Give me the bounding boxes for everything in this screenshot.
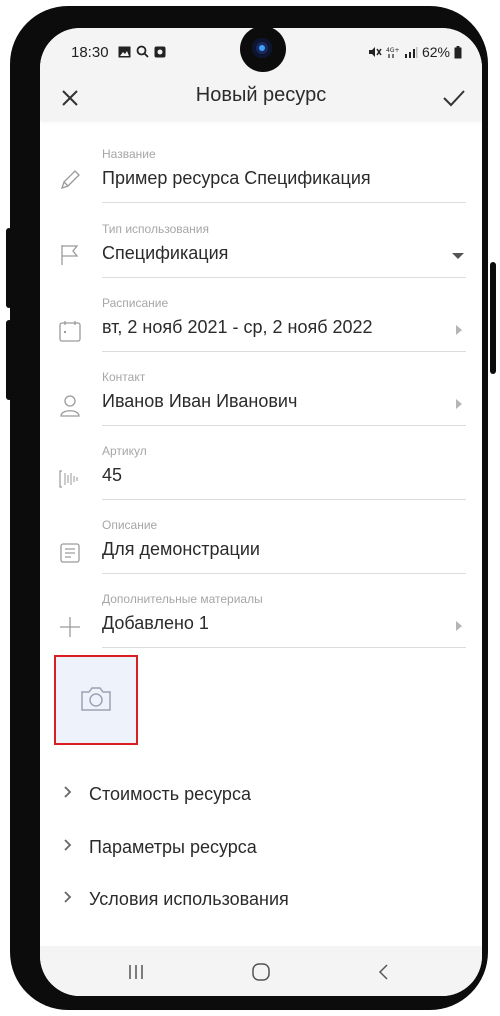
contact-field[interactable]: Контакт Иванов Иван Иванович [40,357,482,427]
field-label: Дополнительные материалы [102,592,263,606]
field-label: Название [102,147,156,161]
barcode-icon [59,470,78,488]
divider [102,499,466,500]
description-field[interactable]: Описание Для демонстрации [40,505,482,575]
screen: 18:30 4G+ 62% Новый ресурс Название Прим… [40,28,482,996]
divider [102,425,466,426]
divider [102,647,466,648]
dropdown-icon[interactable] [452,253,464,260]
gallery-icon [118,46,131,57]
person-icon [60,395,80,417]
calendar-icon [59,321,81,342]
home-button[interactable] [249,960,273,984]
chevron-right-icon [64,839,72,851]
phone-frame: 18:30 4G+ 62% Новый ресурс Название Прим… [10,6,488,1010]
network-4g-icon: 4G+ [386,47,400,58]
plus-icon [60,617,80,637]
back-button[interactable] [372,960,396,984]
field-label: Тип использования [102,222,209,236]
system-nav-bar [40,946,482,996]
app-bar: Новый ресурс [40,76,482,120]
document-icon [60,543,80,563]
chevron-right-icon [64,891,72,903]
section-usage-conditions[interactable]: Условия использования [40,879,482,919]
field-value: Иванов Иван Иванович [102,391,298,411]
power-button [6,320,12,400]
status-time: 18:30 [71,44,109,61]
svg-text:4G+: 4G+ [386,47,400,54]
app-notification-icon [154,46,166,57]
field-value: вт, 2 нояб 2021 - ср, 2 нояб 2022 [102,317,373,337]
page-title: Новый ресурс [195,84,327,106]
schedule-field[interactable]: Расписание вт, 2 нояб 2021 - ср, 2 нояб … [40,283,482,353]
confirm-button[interactable] [440,84,468,112]
divider [102,202,466,203]
section-label: Стоимость ресурса [89,784,251,804]
flag-icon [61,245,79,265]
materials-field[interactable]: Дополнительные материалы Добавлено 1 [40,579,482,649]
chevron-right-icon [456,325,462,335]
field-value: Добавлено 1 [102,613,209,633]
status-bar: 18:30 4G+ 62% [40,28,482,76]
pencil-icon [60,170,80,190]
recent-apps-button[interactable] [124,960,148,984]
battery-percent: 62% [421,44,450,60]
side-button [490,262,496,374]
chevron-right-icon [456,621,462,631]
field-value: Для демонстрации [102,539,260,559]
add-photo-button[interactable] [54,655,138,745]
section-label: Параметры ресурса [89,837,257,857]
search-icon [136,45,149,58]
field-value: 45 [102,465,123,485]
front-camera [240,28,286,72]
camera-icon [81,687,111,711]
field-label: Контакт [102,370,146,384]
field-label: Расписание [102,296,169,310]
name-field[interactable]: Название Пример ресурса Спецификация [40,134,482,204]
mute-icon [368,47,382,57]
section-cost[interactable]: Стоимость ресурса [40,774,482,814]
signal-icon [404,47,418,58]
field-value: Пример ресурса Спецификация [102,168,371,188]
section-label: Условия использования [89,889,289,909]
divider [102,351,466,352]
chevron-right-icon [64,786,72,798]
chevron-right-icon [456,399,462,409]
divider [102,277,466,278]
battery-icon [454,45,462,58]
volume-button [6,228,12,308]
field-label: Артикул [102,444,147,458]
divider [102,573,466,574]
article-field[interactable]: Артикул 45 [40,431,482,501]
section-parameters[interactable]: Параметры ресурса [40,827,482,867]
field-value: Спецификация [102,243,229,263]
field-label: Описание [102,518,158,532]
usage-type-field[interactable]: Тип использования Спецификация [40,209,482,279]
check-icon [443,90,465,107]
